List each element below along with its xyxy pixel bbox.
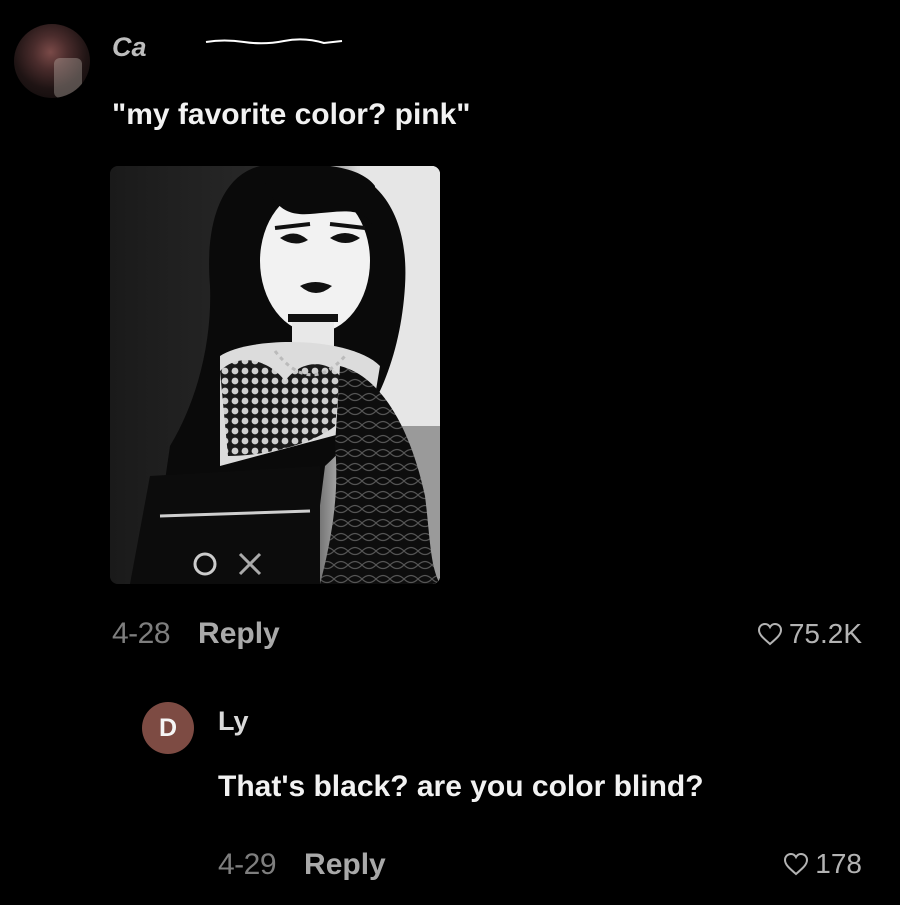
comment-text: "my favorite color? pink": [112, 98, 471, 131]
reply-date: 4-29: [218, 848, 277, 881]
comment-like-count: 75.2K: [788, 618, 862, 649]
heart-outline-icon: [757, 622, 782, 646]
reply-like-button[interactable]: 178: [783, 848, 862, 880]
comment-photo[interactable]: [110, 166, 440, 584]
commenter-username[interactable]: Ca: [112, 32, 147, 63]
reply-meta: 4-29 Reply: [218, 848, 386, 882]
reply-avatar[interactable]: D: [142, 702, 194, 754]
heart-outline-icon: [784, 852, 809, 876]
commenter-avatar[interactable]: [14, 24, 90, 98]
redacted-username-mark: [205, 38, 343, 45]
reply-like-count: 178: [815, 848, 862, 879]
comment-date: 4-28: [112, 617, 171, 650]
reply-reply-button[interactable]: Reply: [304, 848, 386, 881]
comment-like-button[interactable]: 75.2K: [757, 618, 862, 650]
photo-illustration: [110, 166, 440, 584]
reply-text: That's black? are you color blind?: [218, 770, 704, 803]
reply-username[interactable]: Ly: [218, 706, 249, 737]
comment-meta: 4-28 Reply: [112, 617, 280, 651]
comment-reply-button[interactable]: Reply: [198, 617, 280, 650]
